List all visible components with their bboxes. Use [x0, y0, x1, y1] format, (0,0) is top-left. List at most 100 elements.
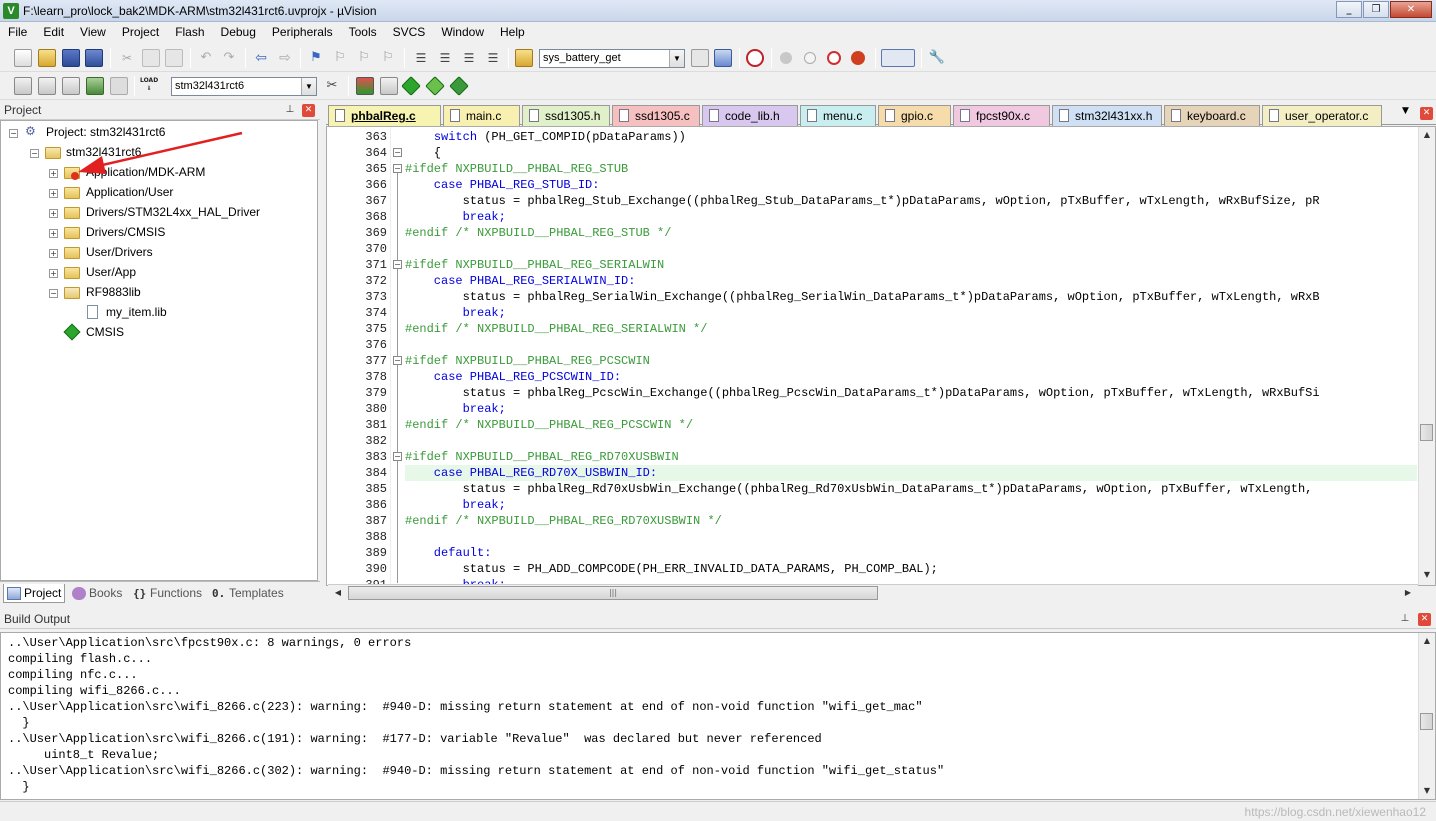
tab-user-operator-c[interactable]: user_operator.c — [1262, 105, 1382, 126]
target-combo[interactable]: stm32l431rct6 ▼ — [171, 77, 317, 96]
translate-icon[interactable] — [14, 77, 32, 95]
prev-bookmark-icon[interactable]: ⚐ — [331, 49, 349, 67]
manage-multi-project-icon[interactable] — [380, 77, 398, 95]
navigate-back-icon[interactable]: ⇦ — [252, 49, 270, 67]
find-combo[interactable]: sys_battery_get ▼ — [539, 49, 685, 68]
code-line[interactable]: #endif /* NXPBUILD__PHBAL_REG_SERIALWIN … — [405, 321, 707, 337]
menu-window[interactable]: Window — [433, 22, 492, 42]
unindent-icon[interactable]: ☰ — [436, 49, 454, 67]
close-icon[interactable]: ✕ — [1418, 613, 1431, 626]
menu-view[interactable]: View — [72, 22, 114, 42]
debug-session-icon[interactable] — [746, 49, 764, 67]
disable-breakpoints-icon[interactable] — [827, 51, 841, 65]
undo-icon[interactable]: ↶ — [197, 49, 215, 67]
tab-main-c[interactable]: main.c — [443, 105, 520, 126]
collapse-icon[interactable]: − — [49, 289, 58, 298]
save-icon[interactable] — [62, 49, 80, 67]
find-icon[interactable] — [691, 49, 709, 67]
menu-tools[interactable]: Tools — [341, 22, 385, 42]
fold-toggle-icon[interactable]: − — [393, 452, 402, 461]
minimize-icon[interactable]: _ — [1336, 1, 1362, 18]
tab-list-chevron-icon[interactable]: ▼ — [1402, 106, 1409, 116]
tab-keyboard-c[interactable]: keyboard.c — [1164, 105, 1260, 126]
scroll-left-icon[interactable]: ◀ — [330, 585, 346, 601]
cut-icon[interactable]: ✂ — [118, 49, 136, 67]
collapse-icon[interactable]: − — [9, 129, 18, 138]
close-icon[interactable]: ✕ — [302, 104, 315, 117]
code-line[interactable]: break; — [405, 209, 506, 225]
pack-installer-icon[interactable] — [449, 76, 469, 96]
code-line[interactable]: break; — [405, 497, 506, 513]
expand-icon[interactable]: + — [49, 269, 58, 278]
breakpoint-icon[interactable] — [780, 52, 792, 64]
tree-group-application-mdk-arm[interactable]: Application/MDK-ARM — [86, 163, 205, 181]
select-software-packs-icon[interactable] — [425, 76, 445, 96]
menu-debug[interactable]: Debug — [213, 22, 264, 42]
menu-edit[interactable]: Edit — [35, 22, 72, 42]
code-line[interactable]: status = phbalReg_Rd70xUsbWin_Exchange((… — [405, 481, 1320, 497]
code-line[interactable]: status = phbalReg_Stub_Exchange((phbalRe… — [405, 193, 1320, 209]
code-line[interactable]: status = phbalReg_SerialWin_Exchange((ph… — [405, 289, 1320, 305]
code-line[interactable]: status = PH_ADD_COMPCODE(PH_ERR_INVALID_… — [405, 561, 938, 577]
menu-flash[interactable]: Flash — [167, 22, 212, 42]
tab-ssd1305-h[interactable]: ssd1305.h — [522, 105, 610, 126]
close-icon[interactable]: ✕ — [1420, 107, 1433, 120]
output-vertical-scrollbar[interactable]: ▲ ▼ — [1418, 633, 1435, 799]
tab-ssd1305-c[interactable]: ssd1305.c — [612, 105, 700, 126]
code-line[interactable]: #endif /* NXPBUILD__PHBAL_REG_RD70XUSBWI… — [405, 513, 722, 529]
expand-icon[interactable]: + — [49, 209, 58, 218]
bookmark-icon[interactable]: ⚑ — [307, 49, 325, 67]
menu-project[interactable]: Project — [114, 22, 167, 42]
scroll-thumb[interactable] — [1420, 713, 1433, 730]
tab-phbalreg-c[interactable]: phbalReg.c — [328, 105, 441, 126]
chevron-down-icon[interactable]: ▼ — [301, 78, 316, 95]
expand-icon[interactable]: + — [49, 169, 58, 178]
expand-icon[interactable]: + — [49, 189, 58, 198]
target-node[interactable]: stm32l431rct6 — [66, 143, 141, 161]
rebuild-icon[interactable] — [62, 77, 80, 95]
fold-toggle-icon[interactable]: − — [393, 356, 402, 365]
menu-file[interactable]: File — [0, 22, 35, 42]
code-line[interactable]: status = phbalReg_PcscWin_Exchange((phba… — [405, 385, 1320, 401]
editor-vertical-scrollbar[interactable]: ▲ ▼ — [1418, 127, 1435, 585]
new-file-icon[interactable] — [14, 49, 32, 67]
restore-icon[interactable]: ❐ — [1363, 1, 1389, 18]
code-line[interactable]: case PHBAL_REG_PCSCWIN_ID: — [405, 369, 621, 385]
tree-group-user-drivers[interactable]: User/Drivers — [86, 243, 153, 261]
tab-templates[interactable]: 0. Templates — [209, 584, 291, 603]
tab-project[interactable]: Project — [3, 584, 65, 603]
tree-cmsis[interactable]: CMSIS — [86, 323, 124, 341]
code-line[interactable]: switch (PH_GET_COMPID(pDataParams)) — [405, 129, 686, 145]
tab-fpcst90x-c[interactable]: fpcst90x.c — [953, 105, 1050, 126]
tree-group-rf9883lib[interactable]: RF9883lib — [86, 283, 141, 301]
code-line[interactable]: #ifdef NXPBUILD__PHBAL_REG_STUB — [405, 161, 628, 177]
code-line[interactable]: #ifdef NXPBUILD__PHBAL_REG_RD70XUSBWIN — [405, 449, 679, 465]
code-line[interactable]: { — [405, 145, 441, 161]
build-icon[interactable] — [38, 77, 56, 95]
tree-group-application-user[interactable]: Application/User — [86, 183, 173, 201]
next-bookmark-icon[interactable]: ⚐ — [355, 49, 373, 67]
open-folder-icon[interactable] — [38, 49, 56, 67]
close-icon[interactable]: ✕ — [1390, 1, 1432, 18]
configure-wrench-icon[interactable]: 🔧 — [928, 49, 946, 67]
code-line[interactable]: case PHBAL_REG_RD70X_USBWIN_ID: — [405, 465, 657, 481]
window-layout-icon[interactable] — [881, 49, 915, 67]
tab-functions[interactable]: {} Functions — [130, 584, 206, 603]
clear-bookmarks-icon[interactable]: ⚐ — [379, 49, 397, 67]
code-line[interactable]: default: — [405, 545, 492, 561]
menu-peripherals[interactable]: Peripherals — [264, 22, 341, 42]
fold-toggle-icon[interactable]: − — [393, 260, 402, 269]
manage-project-items-icon[interactable] — [356, 77, 374, 95]
code-line[interactable]: #ifdef NXPBUILD__PHBAL_REG_SERIALWIN — [405, 257, 664, 273]
target-options-icon[interactable]: ✂ — [323, 77, 341, 95]
menu-svcs[interactable]: SVCS — [385, 22, 434, 42]
pin-icon[interactable]: ⊥ — [283, 103, 297, 117]
find-in-files-icon[interactable] — [515, 49, 533, 67]
collapse-icon[interactable]: − — [30, 149, 39, 158]
expand-icon[interactable]: + — [49, 229, 58, 238]
scroll-up-icon[interactable]: ▲ — [1419, 633, 1435, 649]
scroll-down-icon[interactable]: ▼ — [1419, 567, 1435, 583]
download-load-icon[interactable]: LOAD ⇓ — [140, 77, 158, 95]
tab-stm32l431xx-h[interactable]: stm32l431xx.h — [1052, 105, 1162, 126]
code-line[interactable]: #ifdef NXPBUILD__PHBAL_REG_PCSCWIN — [405, 353, 650, 369]
